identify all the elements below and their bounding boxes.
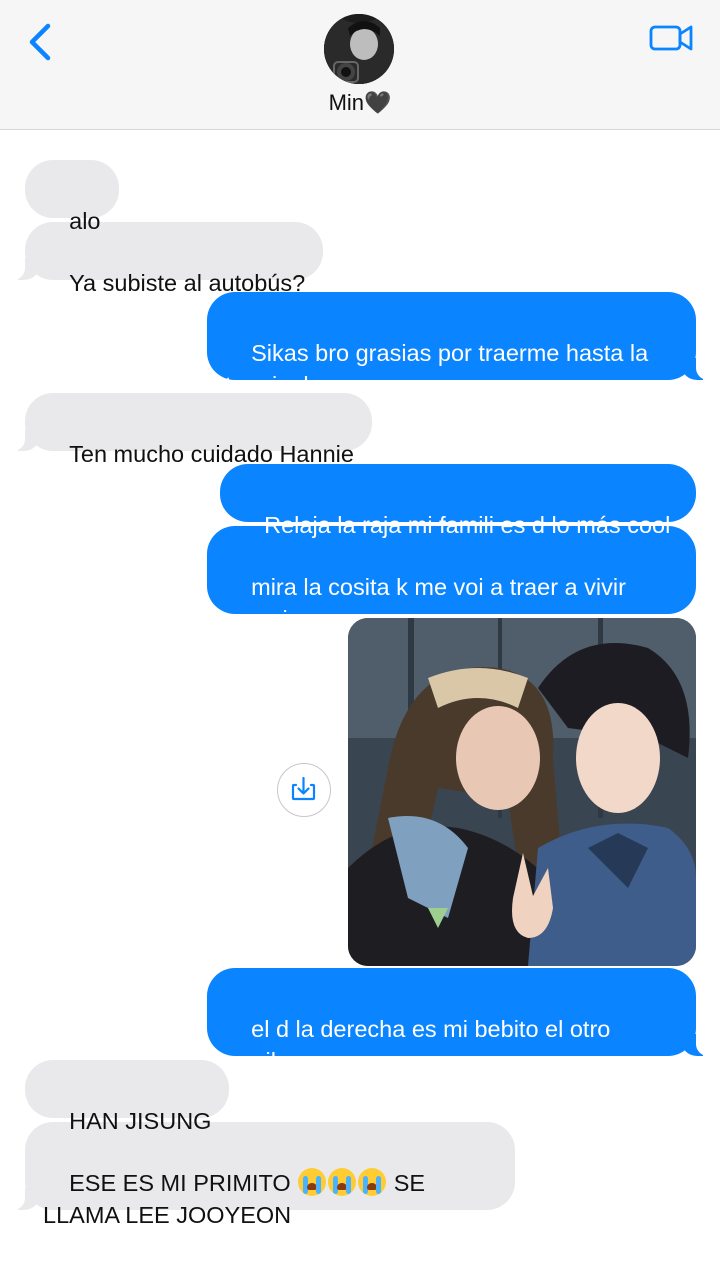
outgoing-message[interactable]: Sikas bro grasias por traerme hasta la t…: [207, 292, 720, 398]
video-camera-icon[interactable]: [648, 21, 694, 55]
message-text: Ya subiste al autobús?: [69, 270, 306, 296]
incoming-message[interactable]: alo: [25, 160, 119, 234]
message-text: ESE ES MI PRIMITO SE LLAMA LEE JOOYEON: [43, 1168, 425, 1228]
message-text: el d la derecha es mi bebito el otro mar…: [225, 1016, 611, 1074]
incoming-message[interactable]: ESE ES MI PRIMITO SE LLAMA LEE JOOYEON: [0, 1122, 515, 1228]
avatar[interactable]: [324, 14, 394, 84]
message-text: Sikas bro grasias por traerme hasta la t…: [225, 340, 649, 398]
incoming-message[interactable]: HAN JISUNG: [25, 1060, 230, 1134]
conversation-header: Min🖤: [0, 0, 720, 130]
contact-name[interactable]: Min🖤: [0, 90, 720, 116]
message-text: Relaja la raja mi famili es d lo más coo…: [264, 512, 671, 538]
message-text: alo: [69, 208, 101, 234]
chevron-left-icon[interactable]: [22, 20, 62, 64]
incoming-message[interactable]: Ten mucho cuidado Hannie: [0, 393, 372, 467]
outgoing-message[interactable]: el d la derecha es mi bebito el otro mar…: [207, 968, 720, 1074]
loudly-crying-emoji-icon: [358, 1168, 387, 1196]
outgoing-message[interactable]: mira la cosita k me voi a traer a vivir …: [207, 526, 696, 632]
photo-attachment[interactable]: [348, 618, 696, 966]
message-text: Ten mucho cuidado Hannie: [69, 441, 354, 467]
save-photo-button[interactable]: [277, 763, 331, 817]
outgoing-message[interactable]: Relaja la raja mi famili es d lo más coo…: [220, 464, 696, 538]
loudly-crying-emoji-icon: [328, 1168, 357, 1196]
loudly-crying-emoji-icon: [298, 1168, 327, 1196]
message-text: HAN JISUNG: [69, 1108, 212, 1134]
message-text-part: ESE ES MI PRIMITO: [69, 1170, 298, 1196]
download-icon: [291, 776, 316, 801]
message-thread: alo Ya subiste al autobús? Sikas bro gra…: [0, 129, 720, 1228]
